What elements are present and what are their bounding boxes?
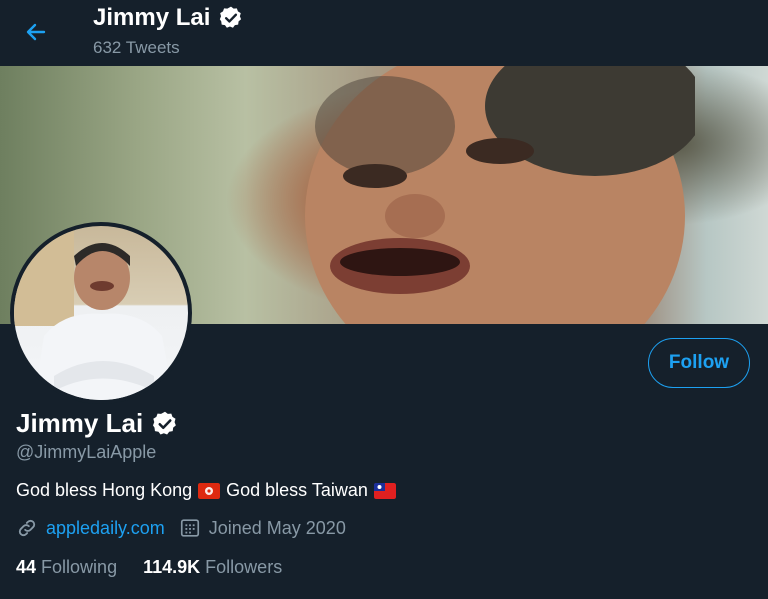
tweet-count: 632 Tweets xyxy=(93,38,180,57)
website-link[interactable]: appledaily.com xyxy=(46,518,165,539)
link-icon xyxy=(18,519,36,537)
back-button[interactable] xyxy=(18,16,54,48)
bio-text-2: God bless Taiwan xyxy=(226,480,368,500)
verified-badge-icon xyxy=(153,411,177,434)
back-arrow-icon xyxy=(26,23,46,41)
header-name-row: Jimmy Lai xyxy=(93,4,244,32)
profile-display-name: Jimmy Lai xyxy=(16,408,144,438)
following-stat[interactable]: 44 Following xyxy=(16,557,117,578)
profile-name-row: Jimmy Lai xyxy=(16,408,179,439)
banner-portrait xyxy=(305,66,695,324)
profile-stats: 44 Following 114.9K Followers xyxy=(16,557,282,578)
follow-button[interactable]: Follow xyxy=(648,338,750,388)
taiwan-flag-icon xyxy=(373,482,396,499)
profile-bio: God bless Hong Kong God bless Taiwan xyxy=(16,480,396,501)
followers-label: Followers xyxy=(205,557,283,577)
verified-badge-icon xyxy=(220,6,242,28)
profile-avatar[interactable] xyxy=(10,222,192,404)
header-name: Jimmy Lai xyxy=(93,4,211,31)
following-count: 44 xyxy=(16,557,37,577)
calendar-icon xyxy=(180,519,199,537)
profile-meta: appledaily.com Joined May 2020 xyxy=(16,517,346,539)
joined-date: Joined May 2020 xyxy=(208,517,346,538)
bio-text-1: God bless Hong Kong xyxy=(16,480,193,500)
profile-handle: @JimmyLaiApple xyxy=(16,442,157,462)
joined-date-row: Joined May 2020 xyxy=(179,517,346,539)
following-label: Following xyxy=(41,557,118,577)
hong-kong-flag-icon xyxy=(198,482,221,499)
avatar-portrait xyxy=(14,226,174,400)
followers-count: 114.9K xyxy=(143,557,201,577)
followers-stat[interactable]: 114.9K Followers xyxy=(143,557,282,578)
top-bar: Jimmy Lai 632 Tweets xyxy=(0,0,768,66)
